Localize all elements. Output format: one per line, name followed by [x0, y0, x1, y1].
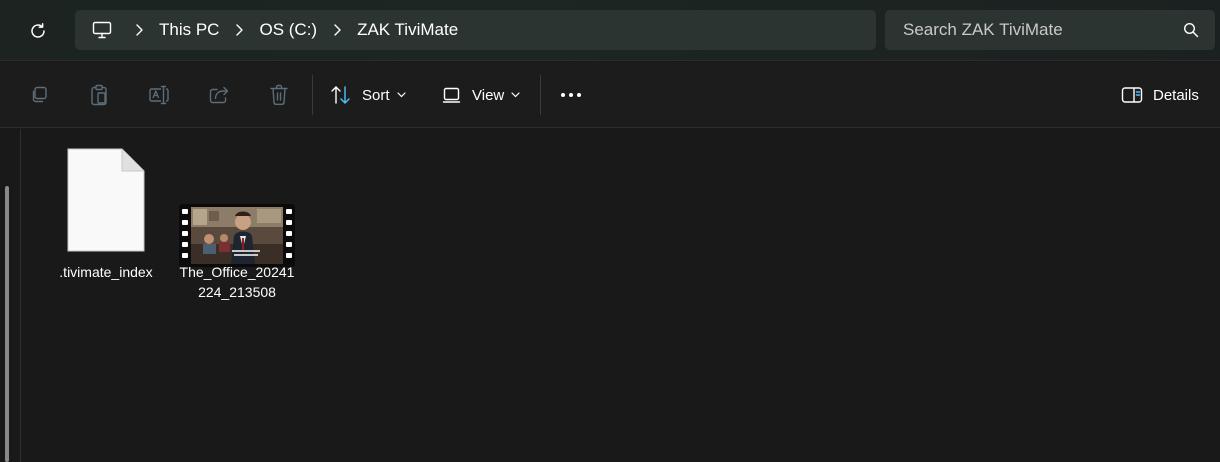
- file-name: The_Office_20241 224_213508: [176, 262, 298, 302]
- details-label: Details: [1153, 86, 1199, 104]
- search-icon[interactable]: [1183, 22, 1199, 38]
- view-icon: [442, 87, 461, 103]
- details-pane-icon: [1121, 87, 1143, 103]
- sort-icon: [331, 86, 350, 104]
- chevron-right-icon[interactable]: [225, 10, 253, 50]
- paste-icon: [91, 84, 107, 106]
- chevron-right-icon[interactable]: [125, 10, 153, 50]
- breadcrumb-zak-tivimate[interactable]: ZAK TiviMate: [351, 10, 464, 50]
- share-icon: [209, 86, 229, 104]
- delete-button[interactable]: [267, 83, 291, 107]
- paste-button[interactable]: [87, 83, 111, 107]
- toolbar-divider: [540, 75, 541, 115]
- search-box[interactable]: [885, 10, 1215, 50]
- search-input[interactable]: [885, 10, 1175, 50]
- breadcrumb-this-pc[interactable]: This PC: [153, 10, 225, 50]
- file-name-line-2: 224_213508: [198, 284, 276, 300]
- chevron-down-icon: [396, 92, 406, 98]
- more-icon: [561, 93, 581, 97]
- trash-icon: [270, 84, 288, 106]
- command-bar: Sort View Details: [0, 62, 1220, 128]
- copy-button[interactable]: [27, 83, 51, 107]
- chevron-right-icon[interactable]: [323, 10, 351, 50]
- rename-button[interactable]: [147, 83, 171, 107]
- copy-icon: [32, 86, 47, 103]
- breadcrumb-os-c[interactable]: OS (C:): [253, 10, 323, 50]
- refresh-button[interactable]: [22, 15, 54, 47]
- title-address-bar: This PC OS (C:) ZAK TiviMate: [0, 0, 1220, 61]
- file-item[interactable]: The_Office_20241 224_213508: [176, 141, 298, 311]
- address-bar[interactable]: This PC OS (C:) ZAK TiviMate: [75, 10, 876, 50]
- view-label: View: [472, 86, 505, 104]
- video-thumbnail-icon: [179, 204, 295, 267]
- view-button[interactable]: View: [442, 79, 520, 111]
- file-list-view[interactable]: .tivimate_index The_Office_20241 224_213…: [0, 129, 1220, 462]
- blank-file-icon: [67, 148, 145, 252]
- file-item[interactable]: .tivimate_index: [45, 141, 167, 311]
- navigation-pane-scrollbar[interactable]: [5, 186, 9, 462]
- more-options-button[interactable]: [556, 79, 586, 111]
- toolbar-divider: [312, 75, 313, 115]
- chevron-down-icon: [511, 92, 520, 98]
- file-name: .tivimate_index: [59, 264, 153, 280]
- navigation-pane-splitter[interactable]: [20, 129, 21, 462]
- rename-icon: [149, 85, 169, 105]
- this-pc-icon[interactable]: [79, 10, 125, 50]
- refresh-icon: [31, 23, 45, 38]
- sort-button[interactable]: Sort: [330, 79, 406, 111]
- file-name-line-1: The_Office_20241: [179, 264, 295, 280]
- share-button[interactable]: [207, 83, 231, 107]
- details-pane-button[interactable]: Details: [1121, 79, 1199, 111]
- sort-label: Sort: [362, 86, 390, 104]
